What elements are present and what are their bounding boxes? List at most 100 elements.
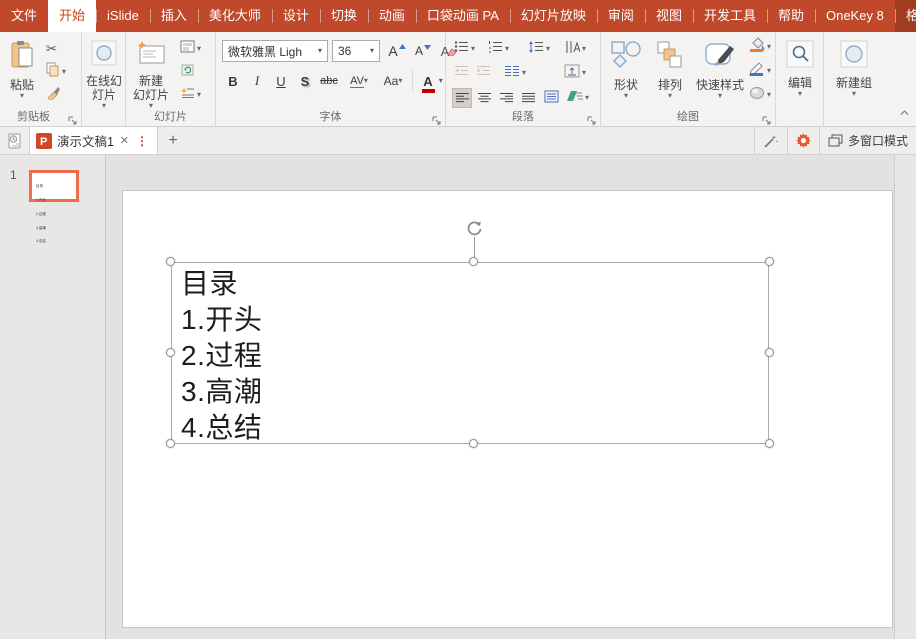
shape-fill-button[interactable]: ▾ xyxy=(749,38,775,56)
edit-button[interactable]: 编辑 ▾ xyxy=(780,36,820,98)
slide-thumbnail-panel: 1 目录 1.开头 2.过程 3.高潮 4.总结 xyxy=(0,155,106,639)
resize-handle-ne[interactable] xyxy=(765,257,774,266)
shrink-font-button[interactable]: A xyxy=(412,40,434,62)
smartart-icon xyxy=(566,89,583,107)
character-spacing-button[interactable]: AV ▾ xyxy=(344,70,374,92)
columns-button[interactable]: ▾ xyxy=(504,64,532,82)
tab-developer[interactable]: 开发工具 xyxy=(693,0,767,32)
align-text-button[interactable]: ▾ xyxy=(564,64,594,82)
cut-button[interactable]: ✂ xyxy=(46,40,66,58)
reset-slide-button[interactable] xyxy=(180,63,200,81)
svg-text:P: P xyxy=(40,136,47,148)
dropdown-icon[interactable]: ▾ xyxy=(313,47,327,55)
tab-islide[interactable]: iSlide xyxy=(96,0,150,32)
decrease-indent-icon xyxy=(454,64,469,82)
quick-styles-button[interactable]: 快速样式 ▾ xyxy=(693,36,747,100)
textbox-line: 目录 xyxy=(172,263,768,302)
tab-meihuadashi[interactable]: 美化大师 xyxy=(198,0,272,32)
tab-format[interactable]: 格式 xyxy=(895,0,916,32)
align-center-button[interactable] xyxy=(474,88,494,108)
slide-thumbnail-1[interactable]: 目录 1.开头 2.过程 3.高潮 4.总结 xyxy=(29,170,79,202)
section-button[interactable]: ▾ xyxy=(180,86,200,104)
new-slide-button[interactable]: 新建 幻灯片▾ xyxy=(128,36,174,110)
font-color-button[interactable]: A ▾ xyxy=(418,70,448,92)
collapse-ribbon-button[interactable] xyxy=(899,104,910,122)
format-painter-button[interactable] xyxy=(46,86,66,104)
tab-transitions[interactable]: 切换 xyxy=(320,0,368,32)
change-case-button[interactable]: Aa ▾ xyxy=(378,70,408,92)
tab-design[interactable]: 设计 xyxy=(272,0,320,32)
tab-file[interactable]: 文件 xyxy=(0,0,48,32)
close-tab-icon[interactable]: ✕ xyxy=(116,134,133,147)
grow-font-button[interactable]: A xyxy=(386,40,408,62)
down-triangle-icon xyxy=(424,44,431,50)
tab-insert[interactable]: 插入 xyxy=(150,0,198,32)
rotate-handle-icon[interactable] xyxy=(465,219,484,243)
tab-more-icon[interactable]: ⋮ xyxy=(133,134,151,148)
tab-home[interactable]: 开始 xyxy=(48,0,96,32)
resize-handle-e[interactable] xyxy=(765,348,774,357)
font-name-combo[interactable]: 微软雅黑 Ligh ▾ xyxy=(222,40,328,62)
tab-onekey[interactable]: OneKey 8 xyxy=(815,0,895,32)
arrange-button[interactable]: 排列 ▾ xyxy=(649,36,691,100)
align-right-button[interactable] xyxy=(496,88,516,108)
dropdown-icon[interactable]: ▾ xyxy=(365,47,379,55)
tab-koudai-animation[interactable]: 口袋动画 PA xyxy=(416,0,510,32)
justify-button[interactable] xyxy=(518,88,538,108)
vertical-scrollbar[interactable] xyxy=(894,155,916,639)
resize-handle-n[interactable] xyxy=(469,257,478,266)
italic-button[interactable]: I xyxy=(246,70,268,92)
tab-help[interactable]: 帮助 xyxy=(767,0,815,32)
numbering-button[interactable]: ▾ xyxy=(488,40,514,58)
convert-smartart-button[interactable]: ▾ xyxy=(566,89,596,107)
new-tab-button[interactable]: + xyxy=(158,127,188,154)
strikethrough-button[interactable]: abc xyxy=(318,70,340,92)
tab-review[interactable]: 审阅 xyxy=(597,0,645,32)
multi-window-mode-button[interactable]: 多窗口模式 xyxy=(819,127,916,154)
ribbon-tab-bar: 文件 开始 iSlide 插入 美化大师 设计 切换 动画 口袋动画 PA 幻灯… xyxy=(0,0,916,32)
paragraph-dialog-launcher[interactable] xyxy=(587,113,597,123)
shapes-button[interactable]: 形状 ▾ xyxy=(605,36,647,100)
distribute-text-button[interactable] xyxy=(540,88,562,108)
font-size-combo[interactable]: 36 ▾ xyxy=(332,40,380,62)
shape-outline-icon xyxy=(749,61,765,81)
text-shadow-button[interactable]: S xyxy=(294,70,316,92)
clipboard-icon xyxy=(9,40,35,75)
settings-button[interactable] xyxy=(787,127,819,154)
resize-handle-s[interactable] xyxy=(469,439,478,448)
new-group-button[interactable]: 新建组 ▾ xyxy=(829,36,879,98)
bold-button[interactable]: B xyxy=(222,70,244,92)
align-left-button[interactable] xyxy=(452,88,472,108)
resize-handle-nw[interactable] xyxy=(166,257,175,266)
clipboard-group: 粘贴 ▾ ✂ ▾ 剪贴板 xyxy=(0,32,82,126)
tab-slideshow[interactable]: 幻灯片放映 xyxy=(510,0,597,32)
resize-handle-se[interactable] xyxy=(765,439,774,448)
tab-view[interactable]: 视图 xyxy=(645,0,693,32)
content-textbox[interactable]: 目录 1.开头 2.过程 3.高潮 4.总结 xyxy=(171,262,769,444)
recent-documents-button[interactable] xyxy=(0,127,30,154)
bullets-button[interactable]: ▾ xyxy=(454,40,480,58)
document-tab-presentation1[interactable]: P 演示文稿1 ✕ ⋮ xyxy=(30,127,158,154)
clipboard-dialog-launcher[interactable] xyxy=(68,113,78,123)
shape-outline-button[interactable]: ▾ xyxy=(749,62,775,80)
font-dialog-launcher[interactable] xyxy=(432,113,442,123)
slide-editing-area: 目录 1.开头 2.过程 3.高潮 4.总结 xyxy=(107,155,916,639)
slide-canvas[interactable]: 目录 1.开头 2.过程 3.高潮 4.总结 xyxy=(122,190,893,628)
dropdown-icon: ▾ xyxy=(364,77,368,85)
magic-wand-button[interactable] xyxy=(754,127,787,154)
drawing-dialog-launcher[interactable] xyxy=(762,113,772,123)
online-slides-button[interactable]: 在线幻 灯片▾ xyxy=(84,36,124,110)
decrease-indent-button[interactable] xyxy=(454,64,474,82)
paste-button[interactable]: 粘贴 ▾ xyxy=(4,36,40,100)
resize-handle-w[interactable] xyxy=(166,348,175,357)
increase-indent-button[interactable] xyxy=(476,64,496,82)
tab-animations[interactable]: 动画 xyxy=(368,0,416,32)
copy-button[interactable]: ▾ xyxy=(46,63,66,81)
shape-effects-button[interactable]: ▾ xyxy=(749,86,775,104)
text-direction-button[interactable]: ▾ xyxy=(564,40,594,58)
underline-button[interactable]: U xyxy=(270,70,292,92)
slide-layout-button[interactable]: ▾ xyxy=(180,40,200,58)
line-spacing-button[interactable]: ▾ xyxy=(528,40,556,58)
resize-handle-sw[interactable] xyxy=(166,439,175,448)
clipboard-group-label: 剪贴板 xyxy=(0,108,67,124)
